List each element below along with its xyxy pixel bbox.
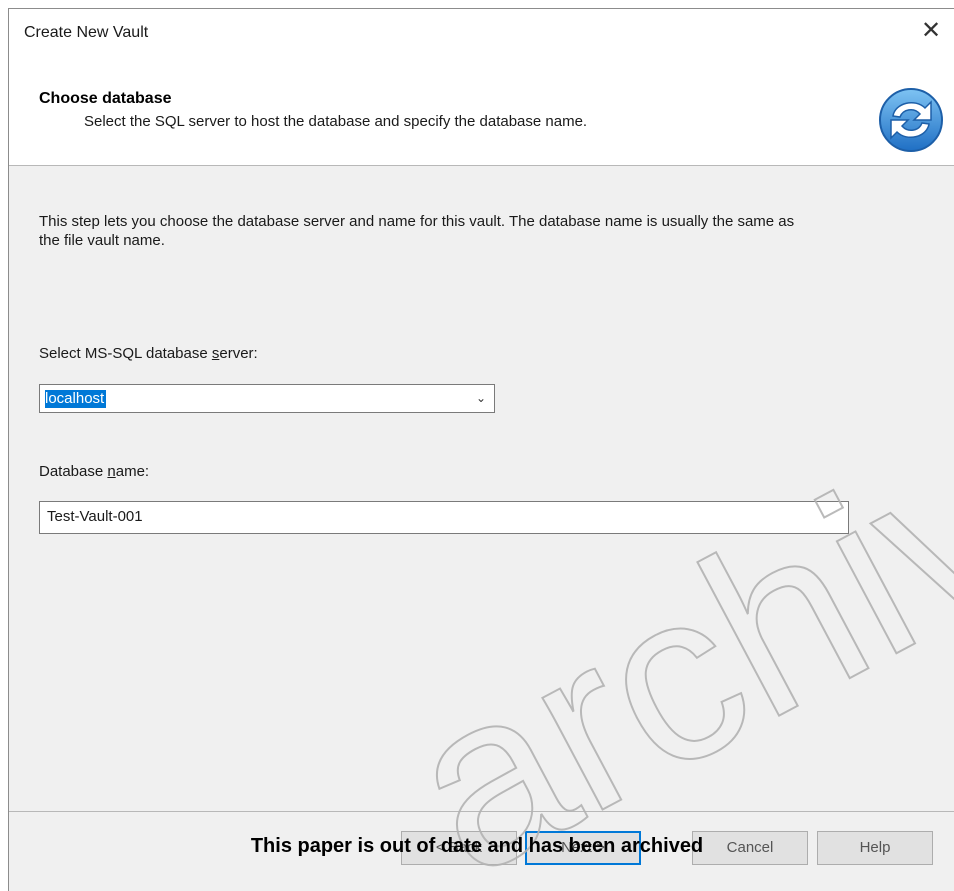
close-icon[interactable]: ✕: [916, 16, 946, 46]
database-name-label: Database name:: [39, 463, 150, 480]
step-description: This step lets you choose the database s…: [39, 213, 795, 249]
selected-server-value: localhost: [45, 390, 107, 408]
step-title: Choose database: [39, 90, 172, 107]
archived-notice: This paper is out of date and has been a…: [250, 835, 704, 857]
title-bar: Create New Vault ✕: [9, 9, 954, 53]
wizard-header: Choose database Select the SQL server to…: [9, 53, 954, 166]
server-label: Select MS-SQL database server:: [39, 345, 258, 362]
refresh-arrows-icon: [879, 88, 943, 152]
step-subtitle: Select the SQL server to host the databa…: [84, 113, 588, 130]
window-title: Create New Vault: [24, 24, 149, 41]
database-name-input[interactable]: Test-Vault-001: [39, 501, 849, 534]
sql-server-combobox[interactable]: localhost ⌄: [39, 384, 495, 413]
chevron-down-icon[interactable]: ⌄: [474, 389, 488, 407]
create-new-vault-dialog: Create New Vault ✕ Choose database Selec…: [8, 8, 954, 891]
